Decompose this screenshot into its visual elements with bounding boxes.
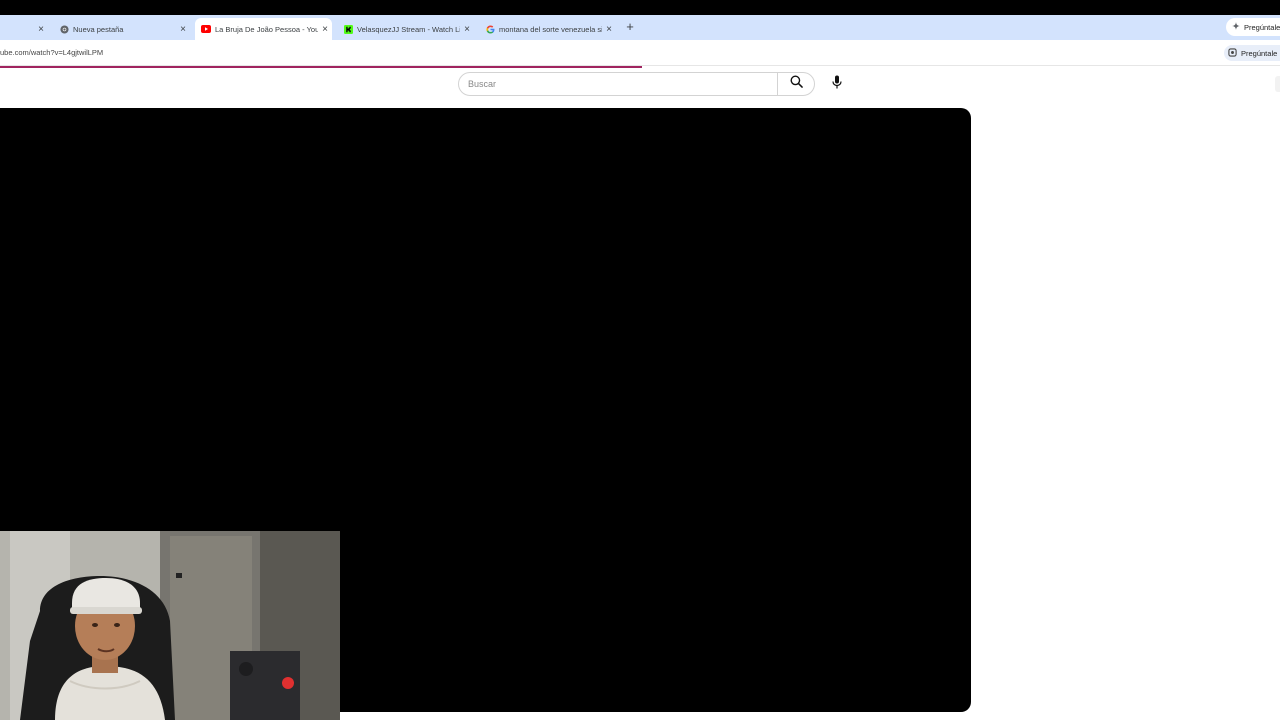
sparkle-icon — [1232, 22, 1240, 32]
close-icon[interactable]: × — [460, 24, 474, 35]
tab-youtube[interactable]: La Bruja De João Pessoa - YouT × — [195, 18, 332, 40]
screen-top-edge — [0, 0, 1280, 15]
new-tab-button[interactable]: + — [623, 19, 637, 34]
close-icon[interactable]: × — [602, 24, 616, 35]
search-icon — [790, 75, 803, 93]
tab-kick-stream[interactable]: VelasquezJJ Stream - Watch Liv × — [337, 18, 474, 40]
tab-label: La Bruja De João Pessoa - YouT — [215, 24, 318, 34]
tab-label: VelasquezJJ Stream - Watch Liv — [357, 24, 460, 34]
mic-icon — [832, 75, 842, 94]
webcam-overlay — [0, 531, 340, 720]
tab-new-tab[interactable]: Nueva pestaña × — [53, 18, 190, 40]
youtube-icon — [201, 24, 211, 34]
voice-search-button[interactable] — [826, 72, 848, 96]
address-bar: ube.com/watch?v=L4gjtwilLPM Pregúntale — [0, 40, 1280, 66]
kick-icon — [343, 24, 353, 34]
webcam-image — [0, 531, 340, 720]
search-button[interactable] — [777, 72, 815, 96]
header-edge-control[interactable] — [1275, 76, 1280, 92]
tab-partial[interactable]: × — [0, 18, 48, 40]
google-icon — [485, 24, 495, 34]
search-input[interactable] — [459, 73, 777, 95]
chrome-icon — [59, 24, 69, 34]
tab-google-search[interactable]: montana del sorte venezuela si × — [479, 18, 616, 40]
ask-button-label: Pregúntale — [1241, 48, 1278, 58]
tab-strip: × Nueva pestaña × La Bruja De João Pesso… — [0, 15, 1280, 40]
close-icon[interactable]: × — [34, 24, 48, 35]
close-icon[interactable]: × — [318, 24, 332, 35]
lens-icon — [1228, 47, 1237, 59]
ask-gemini-button[interactable]: Pregúntale — [1224, 45, 1280, 61]
tab-label: montana del sorte venezuela si — [499, 24, 602, 34]
search-box — [458, 72, 778, 96]
url-field[interactable]: ube.com/watch?v=L4gjtwilLPM — [0, 48, 103, 57]
ask-tab-label: Pregúntale — [1244, 22, 1280, 32]
tab-label: Nueva pestaña — [73, 24, 124, 34]
ask-gemini-tab-button[interactable]: Pregúntale — [1226, 18, 1280, 36]
page-load-progress — [0, 66, 642, 68]
close-icon[interactable]: × — [176, 24, 190, 35]
